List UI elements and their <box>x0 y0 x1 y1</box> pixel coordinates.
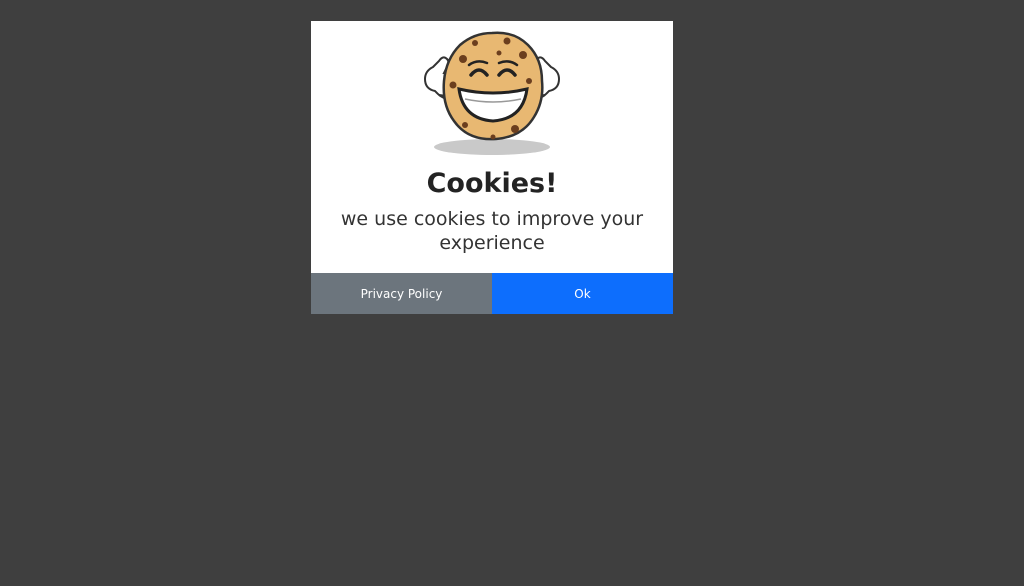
cookie-consent-dialog: Cookies! we use cookies to improve your … <box>311 21 673 314</box>
privacy-policy-button[interactable]: Privacy Policy <box>311 273 492 314</box>
dialog-title: Cookies! <box>426 168 558 199</box>
ok-button[interactable]: Ok <box>492 273 673 314</box>
dialog-message: we use cookies to improve your experienc… <box>340 208 644 254</box>
smiling-cookie-thumbs-up-icon <box>423 31 561 155</box>
